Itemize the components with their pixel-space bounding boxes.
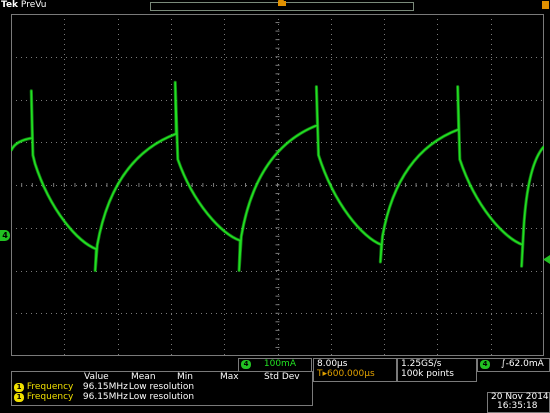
meas-header-max: Max [220, 372, 239, 382]
record-length: 100k points [401, 369, 454, 379]
datetime-readout: 20 Nov 2014 16:35:18 [487, 392, 550, 413]
trigger-position-icon: T▸ [317, 369, 328, 379]
acquisition-readout[interactable]: 1.25GS/s 100k points [397, 358, 477, 382]
channel4-scale: 100mA [263, 359, 296, 369]
record-window-indicator [278, 1, 286, 6]
time: 16:35:18 [497, 401, 538, 411]
trigger-position-value: 600.000µs [327, 369, 375, 379]
meas-source-badge-icon: 1 [14, 383, 24, 392]
timebase-readout[interactable]: 8.00µs T▸600.000µs [313, 358, 397, 382]
measurement-panel[interactable]: Value Mean Min Max Std Dev 1 Frequency 96… [11, 371, 313, 406]
meas-mean: Low resolution [128, 382, 195, 392]
measurement-row[interactable]: 1 Frequency 96.15MHzLow resolution [14, 392, 194, 403]
trigger-source-badge-icon: 4 [480, 360, 490, 369]
expansion-point-marker-icon [542, 1, 549, 9]
channel4-badge-icon: 4 [241, 360, 251, 369]
trigger-level: -62.0mA [505, 359, 544, 369]
waveform-graticule[interactable] [11, 14, 544, 356]
grid-lines [11, 14, 544, 356]
meas-source-badge-icon: 1 [14, 393, 24, 402]
meas-name: Frequency [26, 392, 74, 402]
trigger-readout[interactable]: 4 ∫-62.0mA [477, 358, 550, 372]
meas-header-stddev: Std Dev [264, 372, 300, 382]
acquisition-status: PreVu [20, 0, 47, 10]
meas-value: 96.15MHz [82, 392, 128, 402]
channel4-readout[interactable]: 4 100mA [238, 358, 312, 372]
brand-logo: Tek [1, 0, 19, 10]
meas-mean: Low resolution [128, 392, 195, 402]
channel4-ground-marker-icon[interactable]: 4 [0, 230, 10, 241]
trigger-level-marker-icon[interactable] [543, 255, 550, 264]
brand-status: Tek PreVu [1, 0, 46, 11]
